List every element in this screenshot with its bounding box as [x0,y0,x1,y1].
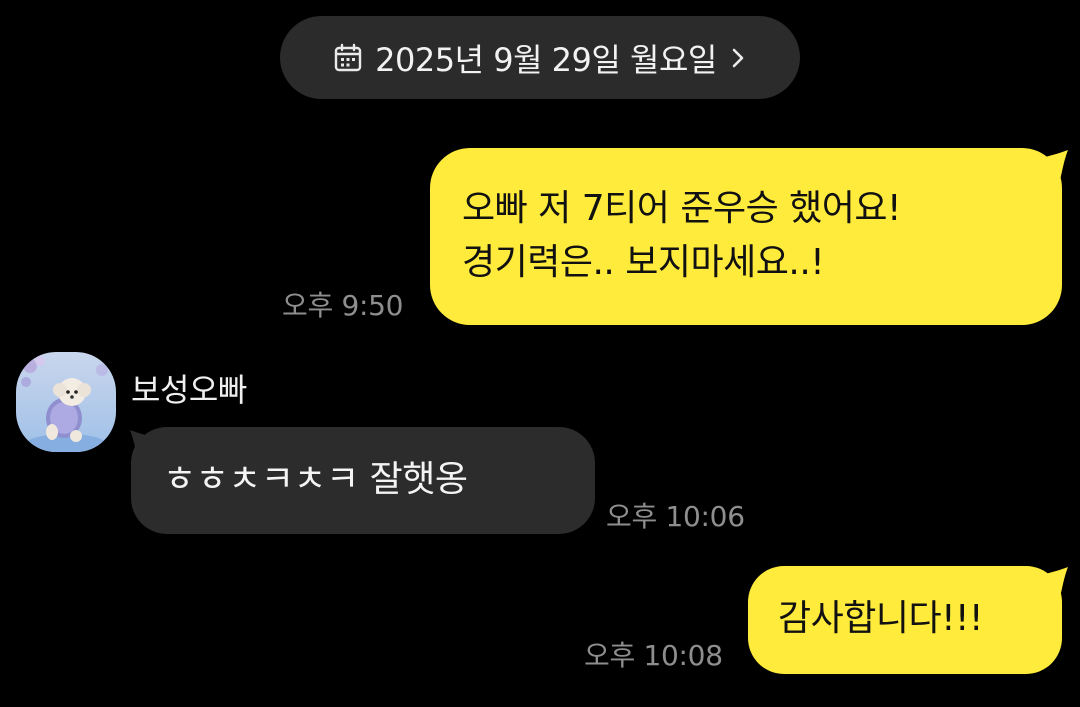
date-header-label: 2025년 9월 29일 월요일 [375,40,717,79]
sender-name: 보성오빠 [131,371,247,409]
message-time: 오후 10:06 [606,500,745,533]
outgoing-message-bubble[interactable]: 감사합니다!!! [748,566,1062,674]
incoming-message-bubble[interactable]: ㅎㅎㅊㅋㅊㅋ 잘햇옹 [131,427,595,534]
calendar-icon [333,43,363,73]
message-time: 오후 10:08 [584,639,723,672]
sender-avatar[interactable] [16,352,116,452]
avatar-photo [16,352,116,452]
date-header-pill[interactable]: 2025년 9월 29일 월요일 [280,16,800,99]
chevron-right-icon [729,45,747,71]
outgoing-message-bubble[interactable]: 오빠 저 7티어 준우승 했어요! 경기력은.. 보지마세요..! [430,148,1062,325]
message-time: 오후 9:50 [282,289,404,322]
